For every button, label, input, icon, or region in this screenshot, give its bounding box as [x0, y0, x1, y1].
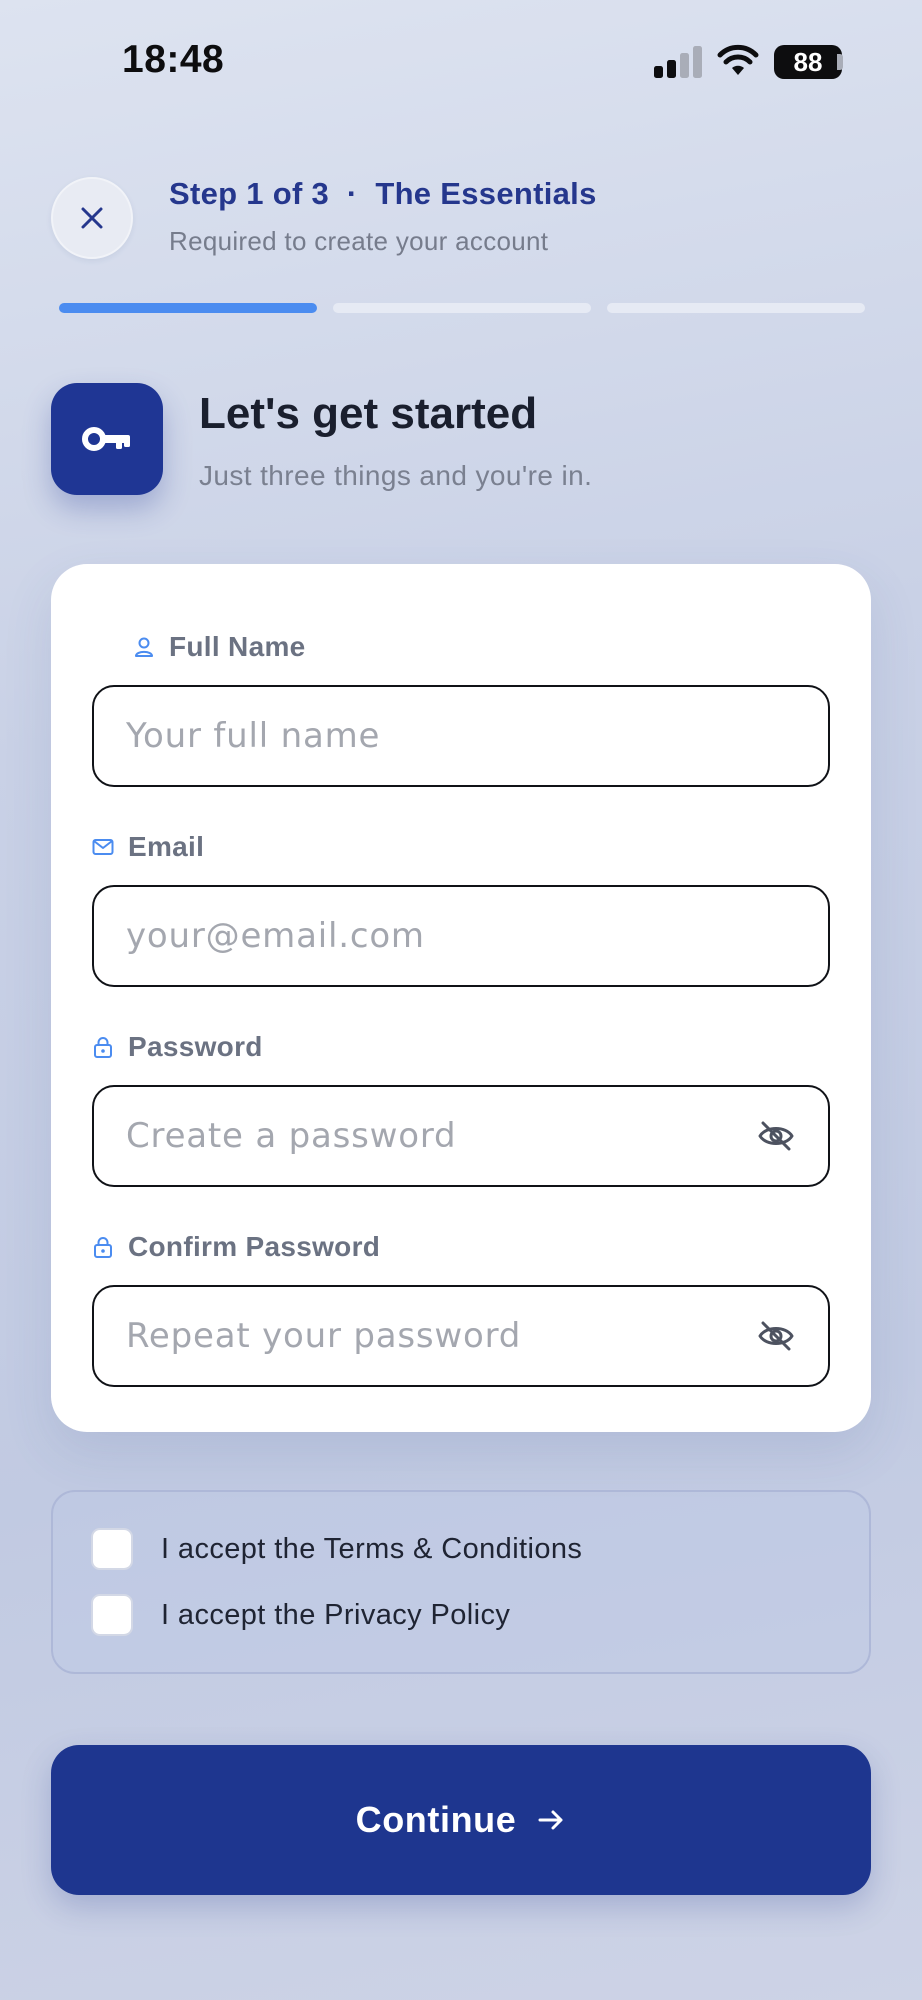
lock-icon — [94, 1237, 112, 1258]
password-field[interactable] — [92, 1085, 830, 1187]
terms-label: I accept the Terms & Conditions — [161, 1532, 583, 1565]
confirm-password-label-text: Confirm Password — [128, 1231, 381, 1262]
password-label: Password — [92, 1031, 263, 1063]
password-input[interactable] — [126, 1116, 756, 1156]
continue-button[interactable]: Continue — [51, 1745, 871, 1895]
terms-checkbox[interactable] — [91, 1528, 133, 1570]
continue-label: Continue — [355, 1799, 517, 1840]
privacy-checkbox[interactable] — [91, 1594, 133, 1636]
eye-off-icon[interactable] — [756, 1116, 796, 1156]
eye-off-icon[interactable] — [756, 1316, 796, 1356]
battery-cap — [837, 54, 843, 70]
email-label: Email — [92, 831, 204, 863]
confirm-password-label: Confirm Password — [92, 1231, 380, 1263]
page-subtitle: Just three things and you're in. — [199, 460, 593, 491]
step-subtitle: Required to create your account — [169, 226, 549, 256]
progress-segment-1 — [59, 303, 317, 313]
password-label-text: Password — [128, 1031, 263, 1062]
progress-segment-3 — [607, 303, 865, 313]
person-icon — [135, 637, 153, 657]
status-time: 18:48 — [122, 38, 225, 81]
email-input[interactable] — [126, 916, 796, 956]
step-title: Step 1 of 3 · The Essentials — [169, 176, 597, 211]
confirm-password-field[interactable] — [92, 1285, 830, 1387]
privacy-checkbox-row[interactable]: I accept the Privacy Policy — [91, 1594, 510, 1636]
mail-icon — [92, 839, 114, 855]
close-icon — [81, 207, 103, 229]
wifi-icon — [717, 44, 759, 75]
progress-segment-2 — [333, 303, 591, 313]
arrow-right-icon — [538, 1810, 563, 1830]
full-name-label-text: Full Name — [169, 631, 306, 662]
battery-icon: 88 — [774, 45, 842, 79]
terms-checkbox-row[interactable]: I accept the Terms & Conditions — [91, 1528, 582, 1570]
full-name-input[interactable] — [126, 716, 796, 756]
hero-badge — [51, 383, 163, 495]
email-field[interactable] — [92, 885, 830, 987]
email-label-text: Email — [128, 831, 205, 862]
confirm-password-input[interactable] — [126, 1316, 756, 1356]
key-icon — [82, 427, 130, 451]
form-card: Full Name Email Password — [51, 564, 871, 1432]
signal-icon — [654, 46, 704, 78]
full-name-label: Full Name — [133, 631, 306, 663]
full-name-field[interactable] — [92, 685, 830, 787]
consent-box: I accept the Terms & Conditions I accept… — [51, 1490, 871, 1674]
page-title: Let's get started — [199, 389, 538, 438]
close-button[interactable] — [51, 177, 133, 259]
privacy-label: I accept the Privacy Policy — [161, 1598, 511, 1631]
lock-icon — [94, 1037, 112, 1058]
